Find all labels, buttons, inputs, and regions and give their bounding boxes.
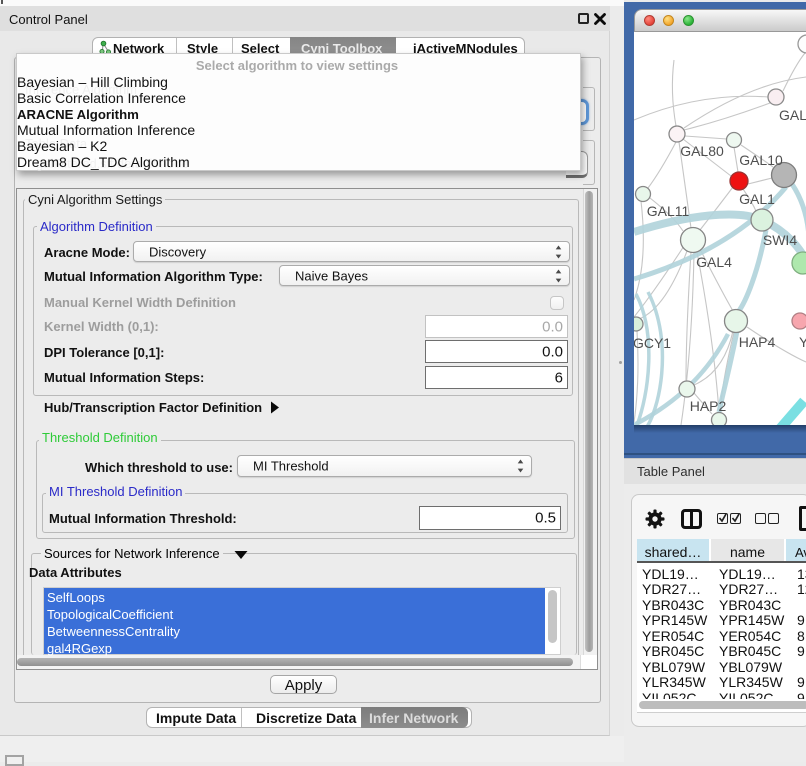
svg-text:Y: Y [799, 334, 806, 350]
svg-text:GAL11: GAL11 [647, 203, 690, 219]
svg-text:HAP2: HAP2 [690, 398, 727, 414]
svg-text:GAL1: GAL1 [739, 191, 775, 207]
svg-text:GAL10: GAL10 [739, 152, 783, 168]
svg-text:GAL80: GAL80 [680, 143, 724, 159]
svg-text:GAL4: GAL4 [696, 254, 732, 270]
svg-text:HAP4: HAP4 [739, 334, 776, 350]
svg-text:SWI4: SWI4 [763, 232, 797, 248]
svg-text:GAL1: GAL1 [779, 107, 806, 123]
svg-text:GCY1: GCY1 [634, 335, 671, 351]
